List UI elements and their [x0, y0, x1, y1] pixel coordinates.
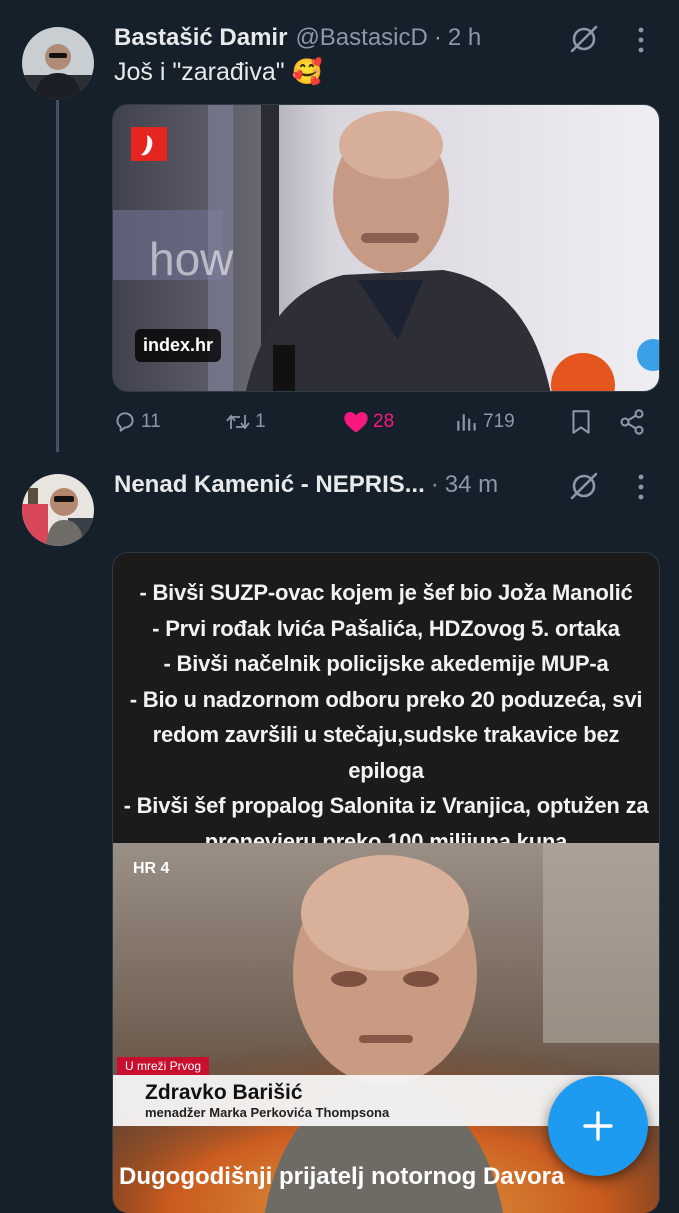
text-card: - Bivši SUZP-ovac kojem je šef bio Joža …	[113, 553, 659, 854]
like-button[interactable]: 28	[342, 402, 394, 442]
tweet-text: Još i "zarađiva" 🥰	[114, 58, 323, 86]
views-icon	[457, 414, 476, 431]
timestamp[interactable]: 34 m	[445, 471, 498, 499]
share-button[interactable]	[618, 402, 649, 442]
repost-count: 1	[255, 411, 266, 432]
avatar[interactable]	[22, 27, 94, 99]
thread-line	[56, 100, 59, 452]
reply-count: 11	[141, 411, 161, 432]
compose-button[interactable]	[548, 1076, 648, 1176]
card-line: - Bio u nadzornom odboru preko 20 poduze…	[129, 686, 643, 712]
more-icon[interactable]	[636, 26, 646, 54]
repost-icon	[226, 414, 250, 430]
background-text: how	[149, 233, 234, 285]
timestamp[interactable]: 2 h	[448, 24, 481, 52]
author-handle[interactable]: @BastasicD	[295, 24, 427, 52]
card-line: - Prvi rođak Ivića Pašalića, HDZovog 5. …	[152, 615, 620, 641]
tv-channel-logo: HR 4	[133, 860, 170, 877]
bookmark-icon	[572, 410, 590, 434]
card-line: - Bivši SUZP-ovac kojem je šef bio Joža …	[139, 580, 633, 605]
author-name[interactable]: Nenad Kamenić - NEPRIS...	[114, 471, 425, 499]
grok-icon[interactable]	[568, 23, 600, 55]
card-line: - Bivši načelnik policijske akedemije MU…	[163, 651, 609, 676]
separator-dot: ·	[433, 24, 442, 51]
reply-button[interactable]: 11	[112, 402, 161, 442]
author-name[interactable]: Bastašić Damir	[114, 24, 287, 52]
tweet-header: Bastašić Damir @BastasicD · 2 h	[114, 20, 481, 56]
media-source-badge[interactable]: index.hr	[135, 329, 222, 362]
grok-icon[interactable]	[568, 470, 600, 502]
card-line: redom završili u stečaju,sudske trakavic…	[152, 722, 620, 783]
share-icon	[620, 409, 644, 435]
repost-button[interactable]: 1	[224, 402, 266, 442]
views-button[interactable]: 719	[454, 402, 515, 442]
view-count: 719	[483, 411, 515, 432]
card-line: - Bivši šef propalog Salonita iz Vranjic…	[123, 793, 649, 818]
bookmark-button[interactable]	[568, 402, 597, 442]
action-bar: 11 1 28 719	[112, 402, 652, 442]
more-icon[interactable]	[636, 473, 646, 501]
reply-icon	[116, 412, 134, 432]
like-count: 28	[373, 411, 395, 432]
avatar[interactable]	[22, 474, 94, 546]
tweet-header: Nenad Kamenić - NEPRIS... · 34 m	[114, 467, 498, 503]
tweet-media-photo[interactable]: how index.hr	[112, 104, 660, 392]
compose-plus-icon	[583, 1111, 613, 1141]
heart-icon	[344, 412, 368, 433]
tv-show-tag: U mreži Prvog	[117, 1057, 210, 1075]
separator-dot: ·	[430, 471, 439, 498]
